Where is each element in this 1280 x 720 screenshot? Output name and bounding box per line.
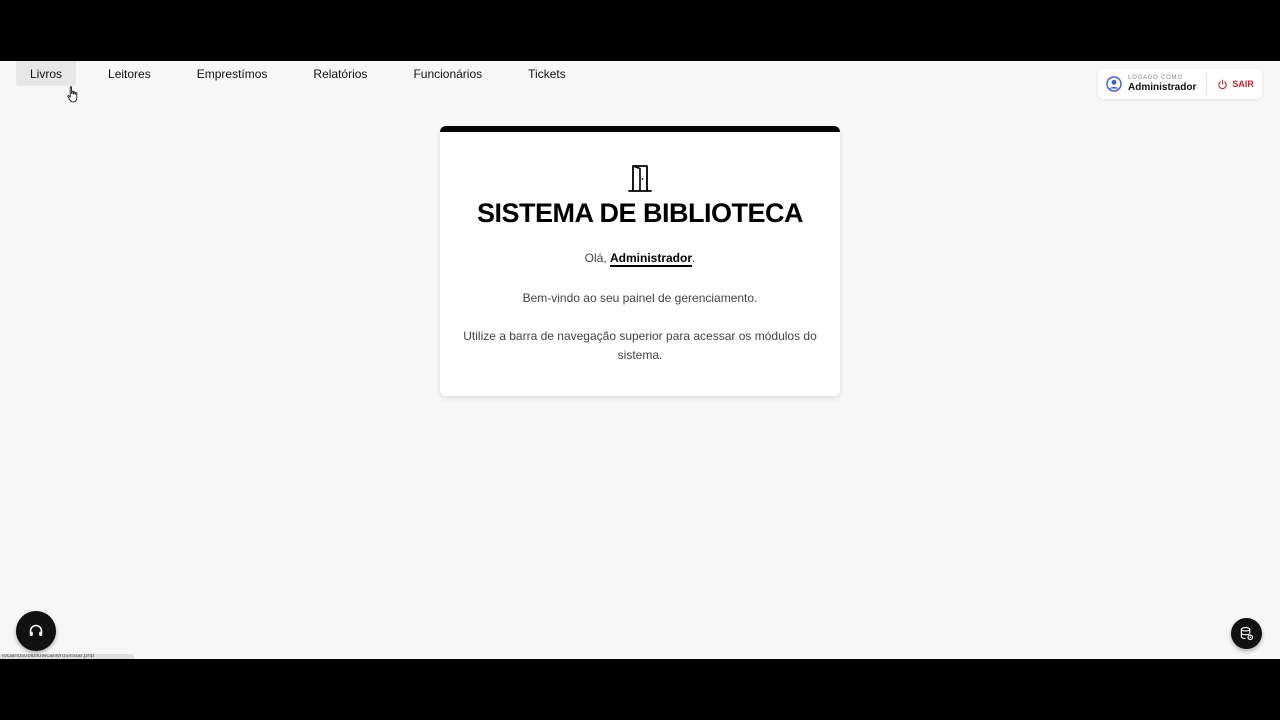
browser-viewport: Livros Leitores Emprestímos Relatórios F… xyxy=(0,61,1280,659)
user-panel: LOGADO COMO Administrador SAIR xyxy=(1098,69,1262,99)
nav-item-funcionarios[interactable]: Funcionários xyxy=(399,61,496,86)
card-accent-bar xyxy=(440,126,840,132)
logout-button[interactable]: SAIR xyxy=(1207,79,1254,90)
hand-cursor-icon xyxy=(67,86,78,103)
greeting-suffix: . xyxy=(692,251,696,265)
top-navigation: Livros Leitores Emprestímos Relatórios F… xyxy=(16,61,580,86)
nav-item-emprestimos[interactable]: Emprestímos xyxy=(183,61,282,86)
page-title: SISTEMA DE BIBLIOTECA xyxy=(476,198,804,228)
letterbox-bottom xyxy=(0,659,1280,720)
greeting-user-name: Administrador xyxy=(609,251,692,265)
user-circle-icon xyxy=(1106,76,1122,92)
nav-item-livros[interactable]: Livros xyxy=(16,61,77,86)
logout-label: SAIR xyxy=(1232,79,1254,89)
user-info: LOGADO COMO Administrador xyxy=(1106,73,1208,95)
welcome-card: SISTEMA DE BIBLIOTECA Olá, Administrador… xyxy=(440,126,840,396)
nav-item-tickets[interactable]: Tickets xyxy=(514,61,580,86)
nav-item-relatorios[interactable]: Relatórios xyxy=(299,61,381,86)
user-caption: LOGADO COMO xyxy=(1128,75,1183,81)
power-icon xyxy=(1218,79,1228,89)
database-settings-button[interactable] xyxy=(1231,618,1262,649)
nav-item-leitores[interactable]: Leitores xyxy=(94,61,165,86)
headset-icon xyxy=(29,624,43,636)
database-settings-icon xyxy=(1240,627,1254,641)
door-icon xyxy=(440,164,840,192)
greeting-prefix: Olá, xyxy=(584,251,610,265)
welcome-text: Bem-vindo ao seu painel de gerenciamento… xyxy=(522,291,758,305)
user-text: LOGADO COMO Administrador xyxy=(1128,75,1196,93)
user-name: Administrador xyxy=(1128,82,1197,93)
letterbox-top xyxy=(0,0,1280,61)
greeting: Olá, Administrador. xyxy=(440,251,840,265)
instructions-text: Utilize a barra de navegação superior pa… xyxy=(463,329,817,362)
support-button[interactable] xyxy=(16,611,56,651)
